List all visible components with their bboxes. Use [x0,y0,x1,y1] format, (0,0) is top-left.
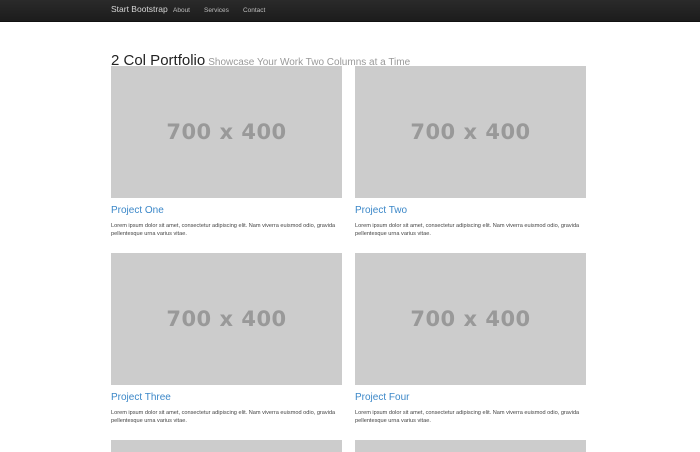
thumbnail-placeholder-text: 700 x 400 [410,120,531,144]
project-description: Lorem ipsum dolor sit amet, consectetur … [111,223,336,237]
project-title-link[interactable]: Project Four [355,392,409,403]
project-description: Lorem ipsum dolor sit amet, consectetur … [111,410,336,424]
nav-link-contact[interactable]: Contact [243,0,265,21]
project-description: Lorem ipsum dolor sit amet, consectetur … [355,223,580,237]
thumbnail-placeholder-text: 700 x 400 [166,120,287,144]
navbar: Start Bootstrap About Services Contact [0,0,700,22]
navbar-links: About Services Contact [173,0,279,21]
nav-link-services[interactable]: Services [204,0,229,21]
project-thumbnail-partial[interactable] [111,440,342,452]
project-title-link[interactable]: Project Three [111,392,171,403]
thumbnail-placeholder-text: 700 x 400 [410,307,531,331]
project-description: Lorem ipsum dolor sit amet, consectetur … [355,410,580,424]
portfolio-item: 700 x 400 Project Two Lorem ipsum dolor … [355,66,586,237]
portfolio-item: 700 x 400 Project One Lorem ipsum dolor … [111,66,342,237]
portfolio-item: 700 x 400 Project Three Lorem ipsum dolo… [111,253,342,424]
project-thumbnail[interactable]: 700 x 400 [111,253,342,385]
navbar-brand[interactable]: Start Bootstrap [111,4,168,14]
project-thumbnail[interactable]: 700 x 400 [111,66,342,198]
project-title-link[interactable]: Project One [111,205,164,216]
thumbnail-placeholder-text: 700 x 400 [166,307,287,331]
project-title-link[interactable]: Project Two [355,205,407,216]
project-thumbnail[interactable]: 700 x 400 [355,253,586,385]
portfolio-item: 700 x 400 Project Four Lorem ipsum dolor… [355,253,586,424]
project-thumbnail-partial[interactable] [355,440,586,452]
nav-link-about[interactable]: About [173,0,190,21]
project-thumbnail[interactable]: 700 x 400 [355,66,586,198]
